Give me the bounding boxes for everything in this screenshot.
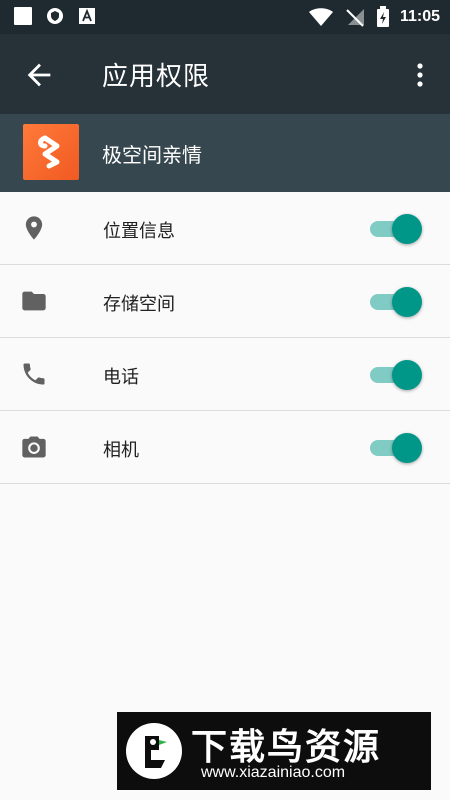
folder-icon [22, 291, 46, 311]
app-name: 极空间亲情 [102, 143, 202, 167]
permission-toggle-camera[interactable] [370, 431, 422, 463]
bird-logo-icon [126, 723, 182, 779]
toggle-thumb [392, 433, 422, 463]
wifi-icon [308, 8, 333, 26]
permission-label: 相机 [103, 440, 139, 461]
permission-toggle-location[interactable] [370, 212, 422, 244]
font-notification-icon [79, 8, 95, 24]
app-header: 极空间亲情 [0, 114, 450, 192]
permission-list: 位置信息 存储空间 电话 相机 [0, 192, 450, 484]
status-time: 11:05 [399, 8, 440, 25]
phone-icon [23, 363, 45, 385]
system-icons: 11:05 [308, 6, 440, 28]
more-options-icon[interactable] [410, 60, 430, 90]
permission-label: 电话 [103, 367, 139, 388]
location-pin-icon [25, 216, 43, 240]
permission-toggle-phone[interactable] [370, 358, 422, 390]
no-signal-icon [346, 9, 364, 27]
watermark-title: 下载鸟资源 [191, 727, 382, 768]
app-logo-icon [23, 124, 79, 180]
camera-icon [22, 436, 46, 458]
toggle-thumb [392, 287, 422, 317]
status-bar: 11:05 [0, 0, 450, 34]
back-arrow-icon[interactable] [22, 58, 56, 92]
notification-icons [14, 7, 96, 25]
toggle-thumb [392, 214, 422, 244]
permission-row-camera[interactable]: 相机 [0, 411, 450, 484]
watermark-url: www.xiazainiao.com [201, 764, 346, 781]
notification-square-icon [14, 7, 32, 25]
permission-toggle-storage[interactable] [370, 285, 422, 317]
app-toolbar: 应用权限 [0, 34, 450, 114]
permission-label: 位置信息 [103, 221, 175, 242]
battery-charging-icon [376, 6, 389, 27]
permission-row-storage[interactable]: 存储空间 [0, 265, 450, 338]
watermark-banner: 下载鸟资源 www.xiazainiao.com [117, 712, 431, 790]
page-title: 应用权限 [102, 62, 211, 92]
permission-label: 存储空间 [103, 294, 175, 315]
permission-row-location[interactable]: 位置信息 [0, 192, 450, 265]
toggle-thumb [392, 360, 422, 390]
permission-row-phone[interactable]: 电话 [0, 338, 450, 411]
shield-notification-icon [47, 8, 63, 24]
